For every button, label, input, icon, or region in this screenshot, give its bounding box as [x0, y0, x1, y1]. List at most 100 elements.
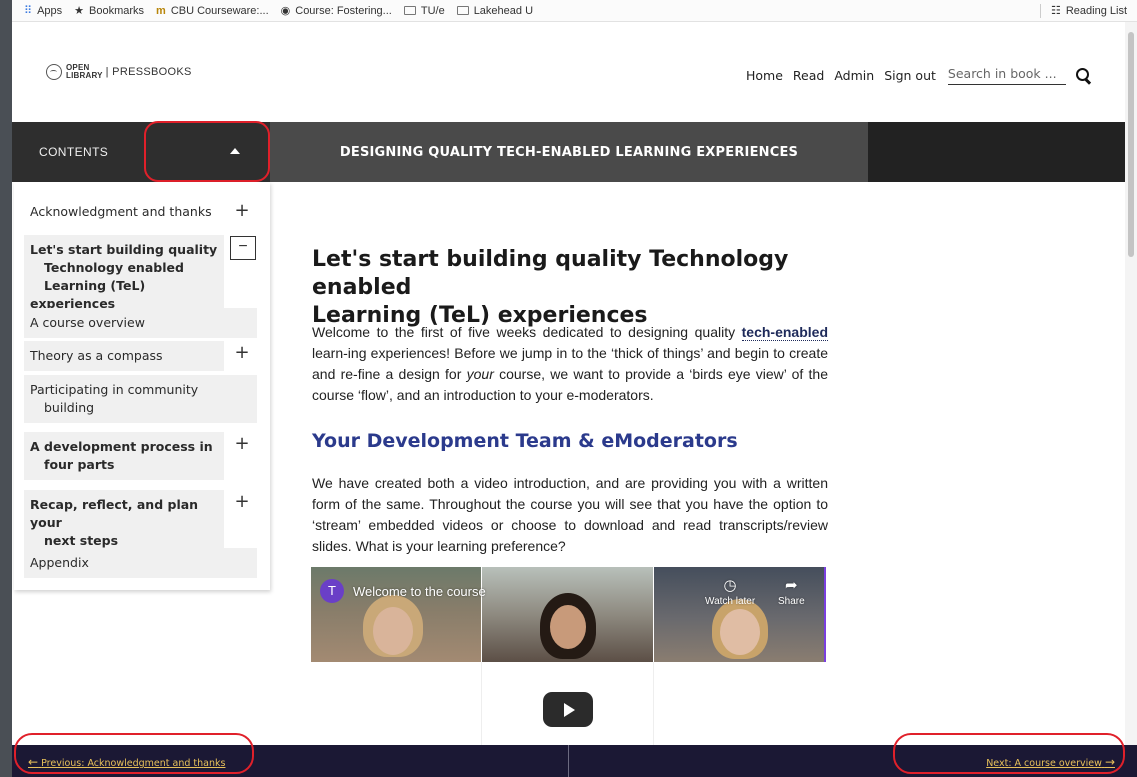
book-title[interactable]: DESIGNING QUALITY TECH-ENABLED LEARNING … — [270, 122, 868, 182]
separator — [1039, 3, 1041, 18]
section-heading: Your Development Team & eModerators — [312, 430, 738, 452]
video-embed[interactable]: T Welcome to the course ◷ Watch later ➦ … — [311, 567, 826, 745]
expand-plus-icon[interactable]: + — [229, 199, 255, 225]
annotation-circle-toggle — [144, 121, 270, 182]
expand-plus-icon[interactable]: + — [229, 432, 255, 458]
folder-icon — [403, 6, 416, 15]
reading-list-icon: ☷ — [1050, 5, 1061, 17]
intro-paragraph: Welcome to the first of five weeks dedic… — [312, 322, 828, 406]
toc-line: building — [44, 400, 95, 415]
bookmark-cbu[interactable]: m CBU Courseware:... — [156, 5, 269, 17]
toc-item-label: Acknowledgment and thanks — [30, 204, 212, 219]
bookmark-tue[interactable]: TU/e — [403, 4, 445, 17]
scrollbar-thumb[interactable] — [1128, 32, 1134, 257]
toc-item-course-overview[interactable]: A course overview — [24, 308, 257, 338]
toc-item-development-process[interactable]: A development process in four parts — [24, 432, 224, 480]
page-title: Let's start building quality Technology … — [312, 246, 832, 330]
search-input[interactable] — [947, 65, 1066, 85]
search-icon[interactable] — [1075, 67, 1091, 83]
share-button[interactable]: ➦ Share — [778, 577, 805, 608]
toc-item-acknowledgment[interactable]: Acknowledgment and thanks — [24, 197, 257, 227]
toc-item-label: Participating in community building — [24, 375, 257, 423]
bookmark-label: Apps — [37, 4, 63, 17]
video-title[interactable]: Welcome to the course — [353, 584, 486, 599]
desktop-edge — [0, 0, 12, 777]
bookmark-label: Course: Fostering... — [295, 4, 392, 17]
watch-later-label: Watch later — [705, 596, 756, 607]
bookmark-bookmarks[interactable]: ★ Bookmarks — [74, 4, 145, 18]
glossary-link[interactable]: tech-enabled — [741, 324, 828, 341]
play-icon[interactable] — [543, 692, 593, 727]
watch-later-button[interactable]: ◷ Watch later — [705, 577, 756, 608]
annotation-circle-previous — [14, 733, 254, 774]
table-of-contents: Acknowledgment and thanks + Let's start … — [14, 182, 270, 590]
video-thumbnail-2 — [482, 567, 653, 662]
person-face — [550, 605, 586, 649]
collapse-minus-icon[interactable]: − — [230, 236, 256, 260]
open-library-logo-icon — [46, 64, 62, 80]
bookmark-course[interactable]: ◉ Course: Fostering... — [280, 4, 392, 18]
toc-item-lets-start[interactable]: Let's start building quality Technology … — [24, 235, 224, 319]
toc-item-label: A development process in four parts — [24, 432, 224, 480]
toc-line: Technology enabled — [44, 260, 184, 275]
bookmarks-bar: ⠿ Apps ★ Bookmarks m CBU Courseware:... … — [12, 0, 1137, 22]
bookmark-apps[interactable]: ⠿ Apps — [24, 4, 63, 18]
toc-item-appendix[interactable]: Appendix — [24, 548, 257, 578]
bookmark-lakehead[interactable]: Lakehead U — [456, 4, 534, 17]
bookmark-label: Lakehead U — [473, 4, 534, 17]
star-icon: ★ — [74, 5, 85, 17]
bookmark-label: CBU Courseware:... — [170, 4, 269, 17]
site-logo[interactable]: OPEN LIBRARY | PRESSBOOKS — [46, 64, 192, 80]
toc-item-label: Appendix — [24, 548, 257, 578]
toc-item-label: A course overview — [24, 308, 257, 338]
toc-line: Learning (TeL) experiences — [30, 278, 146, 311]
bookmark-label: Bookmarks — [89, 4, 145, 17]
text-run: Welcome to the first of five weeks dedic… — [312, 324, 742, 340]
divider — [653, 662, 654, 745]
nav-admin[interactable]: Admin — [834, 68, 874, 83]
person-face — [373, 607, 413, 655]
nav-sign-out[interactable]: Sign out — [884, 68, 936, 83]
cbu-icon: m — [156, 4, 166, 17]
toc-item-label: Let's start building quality Technology … — [24, 235, 224, 319]
globe-icon: ◉ — [280, 5, 291, 17]
nav-divider — [568, 745, 569, 777]
toc-item-label: Recap, reflect, and plan your next steps — [24, 490, 224, 556]
toc-line: Recap, reflect, and plan your — [30, 497, 199, 530]
person-face — [720, 609, 760, 655]
toc-line: Participating in community — [30, 382, 199, 397]
divider — [481, 662, 482, 745]
title-line: Let's start building quality Technology … — [312, 247, 789, 300]
video-lower-area — [311, 662, 826, 745]
reading-list[interactable]: ☷ Reading List — [1039, 3, 1127, 18]
logo-wordmark: OPEN LIBRARY — [66, 64, 103, 80]
annotation-circle-next — [893, 733, 1125, 774]
emphasis: your — [466, 366, 494, 382]
apps-grid-icon: ⠿ — [24, 5, 33, 17]
toc-item-community[interactable]: Participating in community building — [24, 375, 257, 423]
page-scrollbar[interactable] — [1125, 22, 1137, 745]
nav-read[interactable]: Read — [793, 68, 824, 83]
reading-list-label: Reading List — [1065, 4, 1127, 17]
share-arrow-icon: ➦ — [785, 577, 798, 594]
contents-label: CONTENTS — [39, 145, 109, 159]
top-navigation: Home Read Admin Sign out — [746, 65, 1091, 85]
bookmark-label: TU/e — [420, 4, 445, 17]
toc-line: four parts — [44, 457, 115, 472]
toc-line: next steps — [44, 533, 119, 548]
expand-plus-icon[interactable]: + — [229, 341, 255, 367]
logo-pressbooks-text: | PRESSBOOKS — [105, 66, 192, 78]
logo-library-text: LIBRARY — [66, 71, 103, 80]
expand-plus-icon[interactable]: + — [229, 490, 255, 516]
body-paragraph: We have created both a video introductio… — [312, 475, 828, 554]
toc-item-label: Theory as a compass — [24, 341, 224, 371]
toc-item-recap[interactable]: Recap, reflect, and plan your next steps — [24, 490, 224, 556]
channel-avatar[interactable]: T — [320, 579, 344, 603]
nav-home[interactable]: Home — [746, 68, 783, 83]
toc-item-theory[interactable]: Theory as a compass — [24, 341, 224, 371]
folder-icon — [456, 6, 469, 15]
toc-line: Let's start building quality — [30, 242, 218, 257]
toc-line: A development process in — [30, 439, 213, 454]
share-label: Share — [778, 596, 805, 607]
clock-icon: ◷ — [723, 577, 737, 594]
